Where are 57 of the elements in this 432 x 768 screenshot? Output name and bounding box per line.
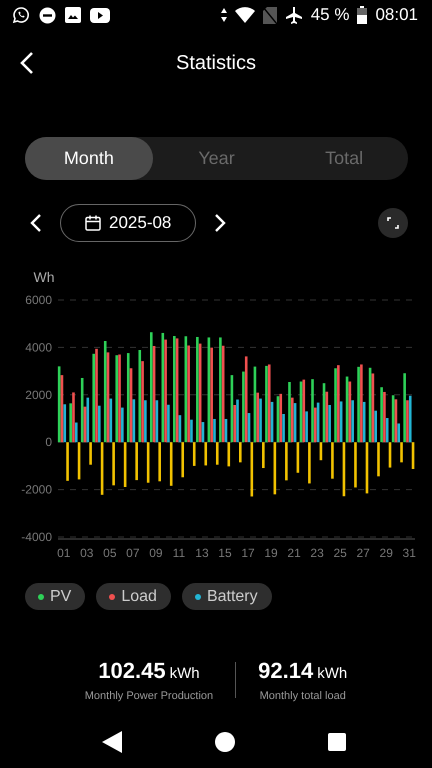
do-not-disturb-icon bbox=[39, 6, 56, 24]
back-icon[interactable] bbox=[20, 51, 34, 75]
y-tick-label: 0 bbox=[45, 435, 52, 450]
y-tick-label: 6000 bbox=[25, 293, 52, 307]
battery-percent: 45 % bbox=[310, 5, 350, 25]
period-tab[interactable]: Month bbox=[25, 137, 153, 180]
wifi-icon bbox=[234, 7, 255, 23]
y-tick-label: 2000 bbox=[25, 388, 52, 402]
fullscreen-icon[interactable] bbox=[378, 208, 408, 238]
recents-icon[interactable] bbox=[328, 733, 346, 751]
x-tick-label: 07 bbox=[126, 546, 140, 560]
back-nav-icon[interactable] bbox=[102, 731, 122, 753]
x-tick-label: 21 bbox=[287, 546, 301, 560]
next-icon[interactable] bbox=[214, 213, 226, 233]
data-arrows-icon bbox=[220, 8, 227, 22]
legend-label: Battery bbox=[206, 588, 258, 606]
no-sim-icon bbox=[262, 6, 277, 24]
x-tick-label: 27 bbox=[356, 546, 370, 560]
x-tick-label: 09 bbox=[149, 546, 163, 560]
y-tick-label: -2000 bbox=[21, 482, 52, 497]
x-tick-label: 19 bbox=[264, 546, 278, 560]
stat-label: Monthly Power Production bbox=[84, 690, 214, 702]
legend-chip[interactable]: PV bbox=[25, 583, 86, 610]
x-tick-label: 15 bbox=[218, 546, 232, 560]
x-tick-label: 23 bbox=[310, 546, 324, 560]
stat-value: 102.45 bbox=[98, 658, 166, 684]
legend-label: Load bbox=[121, 588, 157, 606]
image-icon bbox=[65, 7, 81, 23]
x-tick-label: 01 bbox=[57, 546, 70, 560]
x-tick-label: 05 bbox=[103, 546, 116, 560]
x-tick-label: 17 bbox=[241, 546, 255, 560]
legend-chip[interactable]: Load bbox=[96, 583, 171, 610]
x-tick-label: 13 bbox=[195, 546, 209, 560]
stat-unit: kWh bbox=[170, 665, 200, 682]
legend-label: PV bbox=[50, 588, 72, 606]
x-tick-label: 03 bbox=[80, 546, 94, 560]
stat-label: Monthly total load bbox=[260, 690, 346, 702]
play-icon bbox=[90, 8, 110, 22]
airplane-icon bbox=[284, 6, 303, 24]
x-tick-label: 25 bbox=[333, 546, 347, 560]
date-picker[interactable]: 2025-08 bbox=[60, 204, 196, 242]
home-icon[interactable] bbox=[214, 732, 234, 752]
clock: 08:01 bbox=[375, 5, 418, 25]
y-tick-label: 4000 bbox=[25, 340, 52, 354]
previous-icon[interactable] bbox=[30, 213, 42, 233]
x-tick-label: 29 bbox=[380, 546, 393, 560]
stat-value: 92.14 bbox=[258, 658, 314, 684]
legend-chip[interactable]: Battery bbox=[182, 583, 272, 610]
chat-icon bbox=[12, 6, 30, 24]
axis-unit: Wh bbox=[34, 269, 54, 285]
stat-unit: kWh bbox=[317, 665, 348, 682]
y-tick-label: -4000 bbox=[21, 530, 52, 544]
page-title: Statistics bbox=[176, 52, 256, 74]
x-tick-label: 31 bbox=[402, 546, 416, 560]
calendar-icon bbox=[85, 215, 101, 231]
x-tick-label: 11 bbox=[172, 546, 186, 560]
battery-icon bbox=[357, 6, 368, 24]
